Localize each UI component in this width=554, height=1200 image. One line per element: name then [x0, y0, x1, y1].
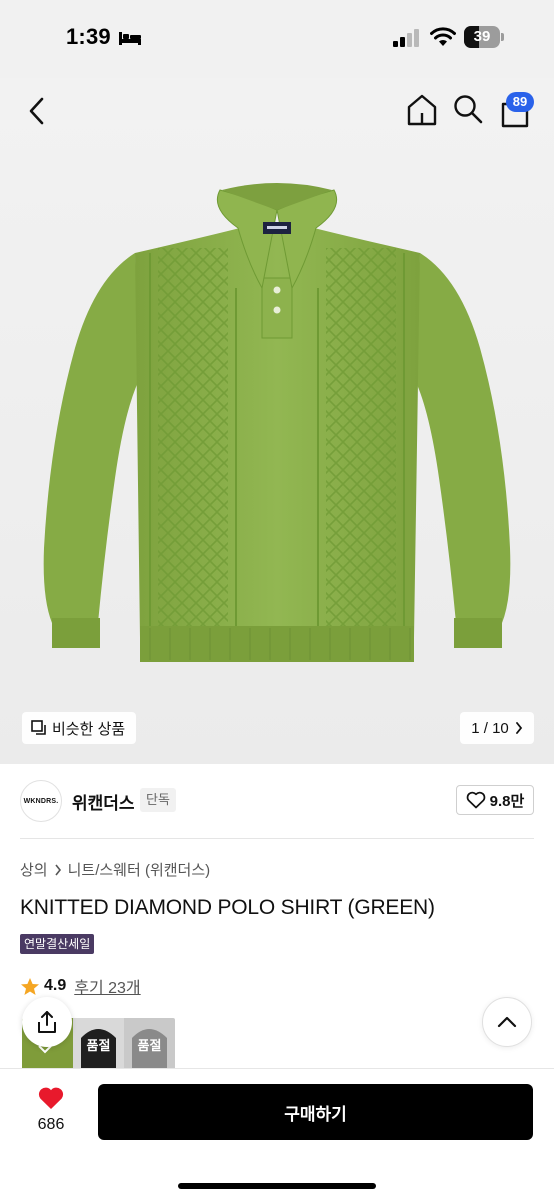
share-button[interactable]	[22, 997, 72, 1047]
status-bar: 1:39 39	[0, 0, 554, 78]
star-icon	[21, 977, 39, 995]
share-icon	[38, 1011, 56, 1033]
home-icon[interactable]	[405, 92, 439, 128]
sold-out-label: 품절	[137, 1037, 162, 1053]
brand-row: WKNDRS. 위캔더스 단독 9.8만	[20, 778, 534, 824]
product-image	[43, 183, 511, 662]
sold-out-label: 품절	[86, 1037, 111, 1053]
like-count: 686	[37, 1116, 65, 1133]
exclusive-tag: 단독	[140, 788, 176, 812]
breadcrumb-item[interactable]: 니트/스웨터 (위캔더스)	[68, 859, 211, 880]
similar-products-button[interactable]: 비슷한 상품	[22, 712, 136, 744]
divider	[20, 838, 534, 839]
like-button[interactable]: 686	[28, 1086, 74, 1140]
scroll-top-button[interactable]	[482, 997, 532, 1047]
heart-outline-icon	[466, 791, 485, 809]
color-option-black[interactable]: 품절	[73, 1018, 124, 1070]
copy-icon	[31, 720, 46, 735]
sale-badge: 연말결산세일	[20, 934, 95, 954]
back-chevron-icon[interactable]	[20, 94, 54, 128]
rating-value: 4.9	[44, 977, 67, 994]
buy-button[interactable]: 구매하기	[98, 1084, 533, 1140]
heart-filled-icon	[38, 1087, 64, 1109]
review-link[interactable]: 후기 23개	[74, 974, 140, 998]
sleep-focus-icon	[119, 32, 141, 45]
cellular-signal-icon	[393, 29, 419, 47]
breadcrumb: 상의 니트/스웨터 (위캔더스)	[20, 859, 210, 880]
wifi-icon	[430, 27, 456, 46]
search-icon[interactable]	[452, 93, 484, 125]
brand-like-button[interactable]: 9.8만	[456, 785, 534, 815]
product-image-gallery[interactable]	[0, 78, 554, 764]
home-indicator	[178, 1183, 376, 1189]
brand-name[interactable]: 위캔더스	[72, 789, 135, 814]
product-title: KNITTED DIAMOND POLO SHIRT (GREEN)	[20, 896, 435, 919]
image-page-indicator[interactable]: 1 / 10	[460, 712, 534, 744]
similar-products-label: 비슷한 상품	[52, 720, 126, 738]
chevron-up-icon	[497, 1016, 517, 1028]
status-time: 1:39	[66, 24, 111, 49]
breadcrumb-item[interactable]: 상의	[20, 859, 48, 880]
chevron-right-icon	[515, 722, 522, 734]
rating-row: 4.9 후기 23개	[20, 974, 141, 998]
battery-level: 39	[473, 28, 491, 45]
brand-like-count: 9.8만	[489, 792, 525, 810]
page-indicator-text: 1 / 10	[471, 719, 509, 737]
chevron-right-icon	[54, 864, 61, 875]
color-option-grey[interactable]: 품절	[124, 1018, 175, 1070]
brand-logo[interactable]: WKNDRS.	[20, 780, 62, 822]
cart-count-badge: 89	[506, 92, 534, 112]
battery-icon: 39	[464, 26, 504, 48]
